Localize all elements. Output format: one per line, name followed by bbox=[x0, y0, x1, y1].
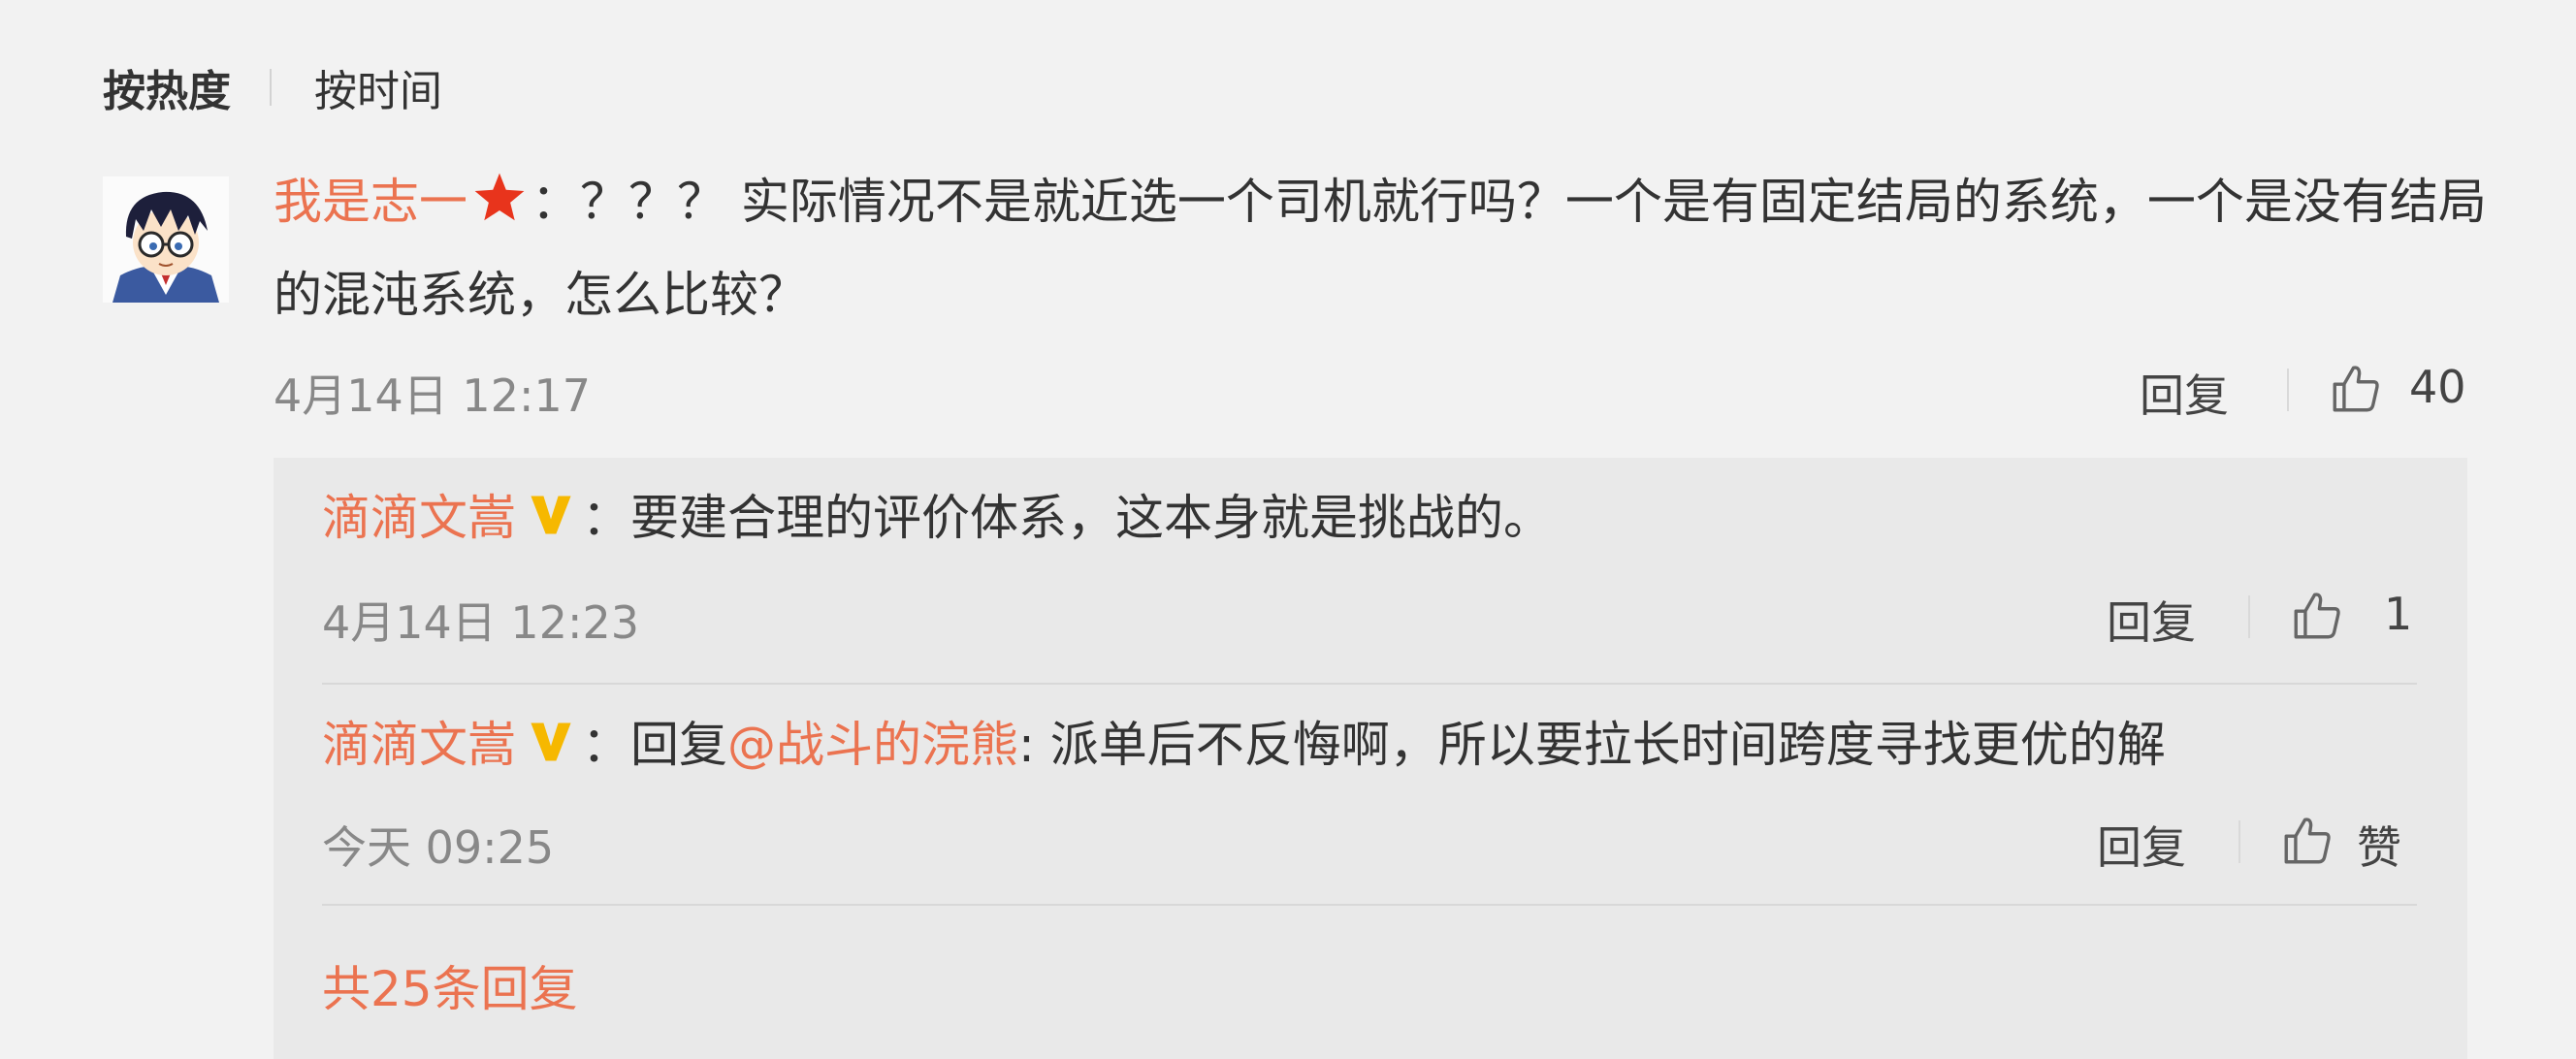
reply-reply-button[interactable]: 回复 bbox=[2107, 588, 2196, 652]
sort-by-time-tab[interactable]: 按时间 bbox=[314, 56, 442, 118]
reply-reply-button[interactable]: 回复 bbox=[2097, 813, 2186, 877]
reply-username[interactable]: 滴滴文嵩 bbox=[322, 717, 516, 773]
verified-v-icon bbox=[531, 496, 571, 534]
avatar-image bbox=[103, 176, 229, 303]
reply-body: 滴滴文嵩 ：回复@战斗的浣熊: 派单后不反悔啊，所以要拉长时间跨度寻找更优的解 bbox=[322, 714, 2166, 776]
thumbs-up-icon[interactable] bbox=[2289, 588, 2345, 644]
action-divider bbox=[2287, 369, 2289, 411]
action-divider bbox=[2248, 595, 2250, 638]
sort-by-hot-tab[interactable]: 按热度 bbox=[103, 56, 231, 118]
reply-divider bbox=[322, 904, 2417, 906]
reply-timestamp: 今天 09:25 bbox=[322, 821, 555, 874]
thumbs-up-icon[interactable] bbox=[2328, 361, 2384, 417]
avatar[interactable] bbox=[103, 176, 229, 303]
reply-like-count: 1 bbox=[2384, 588, 2413, 640]
reply-like-button[interactable]: 赞 bbox=[2357, 813, 2401, 877]
action-divider bbox=[2238, 820, 2240, 863]
comment-body: 我是志一 ：？？？ 实际情况不是就近选一个司机就行吗？一个是有固定结局的系统，一个… bbox=[274, 155, 2504, 341]
comment-reply-button[interactable]: 回复 bbox=[2140, 361, 2229, 425]
reply-body: 滴滴文嵩 ：要建合理的评价体系，这本身就是挑战的。 bbox=[322, 487, 1552, 549]
reply-separator: ： bbox=[582, 717, 630, 773]
reply-username[interactable]: 滴滴文嵩 bbox=[322, 490, 516, 546]
more-replies-link[interactable]: 共25条回复 bbox=[322, 950, 578, 1020]
reply-prefix: 回复 bbox=[630, 717, 727, 773]
comment-like-count: 40 bbox=[2409, 361, 2466, 413]
reply-text: : 派单后不反悔啊，所以要拉长时间跨度寻找更优的解 bbox=[1018, 717, 2166, 773]
comment-text: ？？？ 实际情况不是就近选一个司机就行吗？一个是有固定结局的系统，一个是没有结局… bbox=[274, 174, 2487, 323]
sort-tabs: 按热度 按时间 bbox=[103, 58, 442, 116]
comment-timestamp: 4月14日 12:17 bbox=[274, 369, 591, 422]
red-star-icon bbox=[474, 173, 525, 221]
reply-separator: ： bbox=[582, 490, 630, 546]
comment-separator: ： bbox=[531, 174, 580, 230]
reply-text: 要建合理的评价体系，这本身就是挑战的。 bbox=[630, 490, 1552, 546]
comment-username[interactable]: 我是志一 bbox=[274, 174, 467, 230]
thumbs-up-icon[interactable] bbox=[2279, 813, 2335, 869]
reply-divider bbox=[322, 683, 2417, 685]
verified-v-icon bbox=[531, 722, 571, 761]
replies-panel: 滴滴文嵩 ：要建合理的评价体系，这本身就是挑战的。 4月14日 12:23 回复 … bbox=[274, 458, 2467, 1059]
sort-divider bbox=[270, 69, 272, 106]
reply-mention-link[interactable]: @战斗的浣熊 bbox=[727, 717, 1018, 773]
reply-timestamp: 4月14日 12:23 bbox=[322, 596, 639, 649]
